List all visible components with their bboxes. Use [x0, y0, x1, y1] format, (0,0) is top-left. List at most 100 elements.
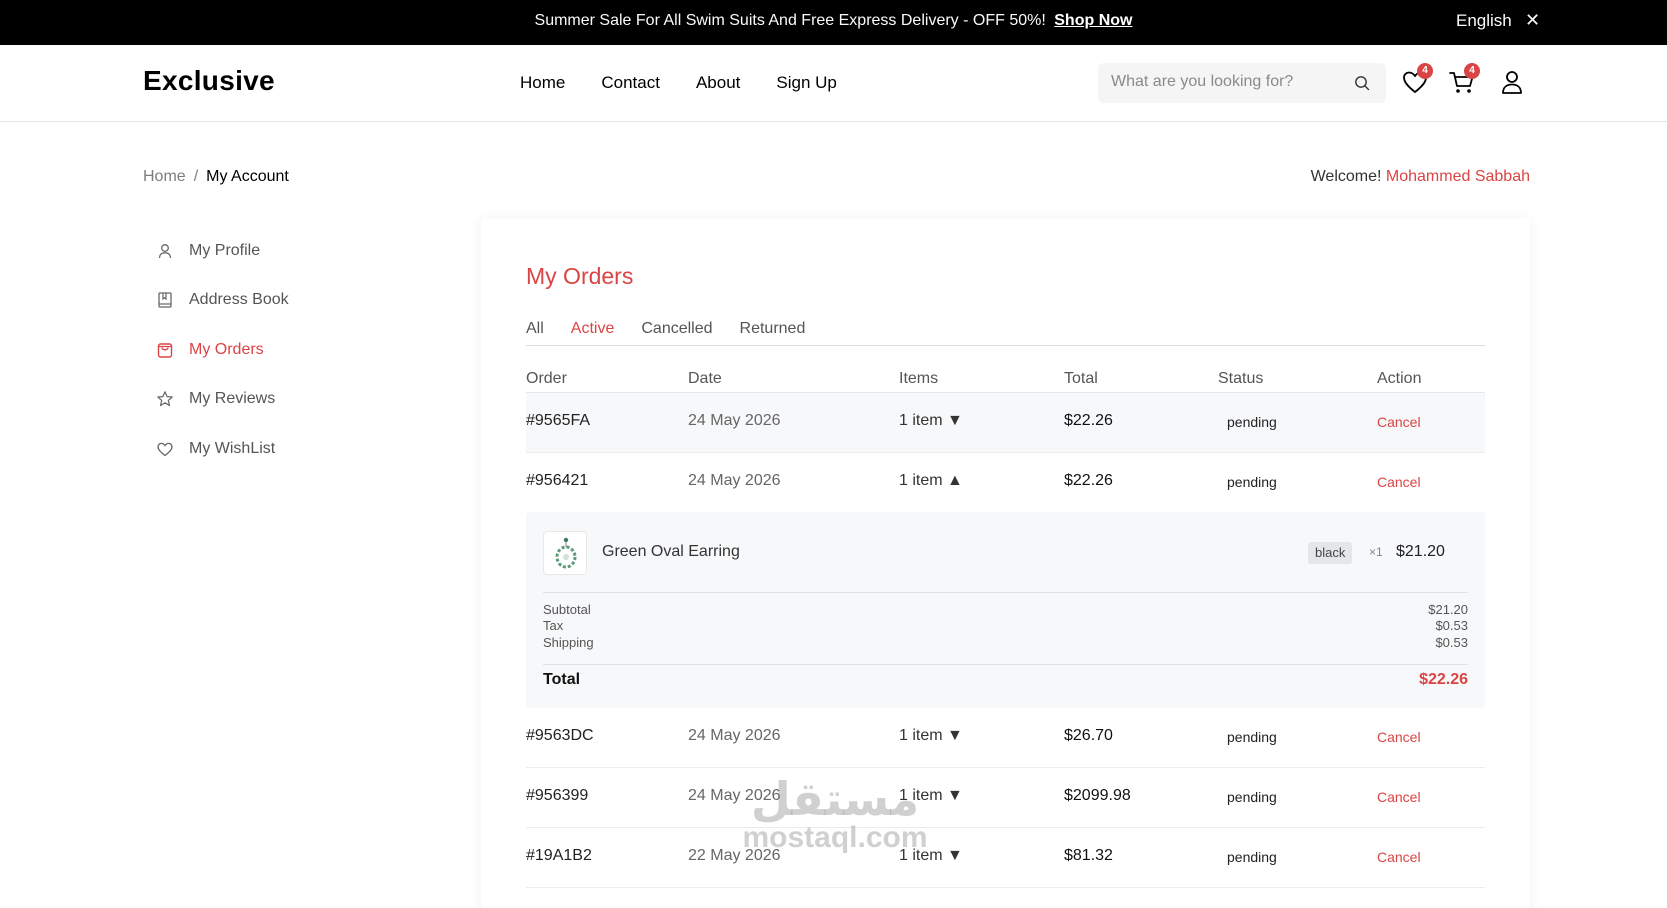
account-sidebar: My Profile Address Book My Orders My Rev… [155, 226, 455, 474]
search-icon[interactable] [1354, 75, 1370, 91]
wishlist-button[interactable]: 4 [1400, 63, 1433, 97]
star-icon [155, 389, 175, 409]
items-count: 1 item [899, 787, 943, 804]
orders-panel: My Orders All Active Cancelled Returned … [481, 218, 1530, 908]
cart-button[interactable]: 4 [1447, 63, 1480, 97]
sidebar-item-label: My Reviews [189, 390, 276, 408]
breadcrumb-home[interactable]: Home [143, 168, 186, 185]
table-row: #956399 24 May 2026 1 item ▼ $2099.98 pe… [526, 768, 1485, 828]
table-row: #9565FA 24 May 2026 1 item ▼ $22.26 pend… [526, 393, 1485, 453]
order-date: 22 May 2026 [688, 847, 781, 864]
search-box [1098, 63, 1386, 103]
items-count: 1 item [899, 412, 943, 429]
search-input[interactable] [1111, 73, 1351, 91]
order-detail: Green Oval Earring black ×1 $21.20 Subto… [526, 512, 1485, 708]
nav-sign-up[interactable]: Sign Up [776, 73, 836, 93]
items-toggle[interactable]: 1 item ▼ [899, 412, 963, 430]
breadcrumb: Home / My Account [143, 168, 289, 186]
items-toggle[interactable]: 1 item ▲ [899, 472, 963, 490]
order-total: $26.70 [1064, 727, 1113, 744]
table-row: #19A1B2 22 May 2026 1 item ▼ $81.32 pend… [526, 828, 1485, 888]
close-icon[interactable]: ✕ [1525, 10, 1540, 31]
items-toggle[interactable]: 1 item ▼ [899, 787, 963, 805]
sidebar-item-label: My Orders [189, 340, 264, 358]
tax-value: $0.53 [1435, 618, 1468, 633]
column-header-status: Status [1218, 370, 1264, 387]
cancel-button[interactable]: Cancel [1377, 474, 1421, 490]
cancel-button[interactable]: Cancel [1377, 789, 1421, 805]
nav-contact[interactable]: Contact [601, 73, 660, 93]
order-id: #956399 [526, 787, 589, 804]
status-badge: pending [1227, 849, 1277, 865]
sidebar-item-label: My Profile [189, 241, 261, 259]
order-id: #956421 [526, 472, 589, 489]
divider [543, 664, 1468, 665]
tax-label: Tax [543, 618, 564, 633]
sidebar-item-my-wishlist[interactable]: My WishList [155, 424, 455, 474]
earring-image [555, 537, 577, 569]
cancel-button[interactable]: Cancel [1377, 849, 1421, 865]
site-header: Exclusive Home Contact About Sign Up 4 4 [0, 45, 1667, 122]
chevron-down-icon: ▼ [947, 727, 963, 744]
total-value: $22.26 [1419, 671, 1468, 688]
cancel-button[interactable]: Cancel [1377, 729, 1421, 745]
order-total: $2099.98 [1064, 787, 1131, 804]
column-header-items: Items [899, 370, 939, 387]
welcome-message: Welcome! Mohammed Sabbah [1311, 168, 1530, 186]
total-label: Total [543, 671, 581, 688]
order-id: #9565FA [526, 412, 591, 429]
order-id: #19A1B2 [526, 847, 592, 864]
user-icon [155, 241, 175, 261]
sidebar-item-address-book[interactable]: Address Book [155, 276, 455, 326]
sidebar-item-label: My WishList [189, 439, 276, 457]
items-toggle[interactable]: 1 item ▼ [899, 727, 963, 745]
status-badge: pending [1227, 474, 1277, 490]
items-count: 1 item [899, 472, 943, 489]
shipping-label: Shipping [543, 635, 594, 650]
status-badge: pending [1227, 414, 1277, 430]
account-button[interactable] [1497, 67, 1527, 97]
status-badge: pending [1227, 729, 1277, 745]
breadcrumb-separator: / [193, 168, 199, 185]
wishlist-badge: 4 [1417, 63, 1433, 79]
shop-now-link[interactable]: Shop Now [1054, 12, 1132, 29]
sidebar-item-my-reviews[interactable]: My Reviews [155, 375, 455, 425]
chevron-up-icon: ▲ [947, 472, 963, 489]
chevron-down-icon: ▼ [947, 787, 963, 804]
table-row: #9563DC 24 May 2026 1 item ▼ $26.70 pend… [526, 708, 1485, 768]
product-price: $21.20 [1396, 543, 1445, 560]
items-count: 1 item [899, 727, 943, 744]
order-date: 24 May 2026 [688, 472, 781, 489]
page-title: My Orders [526, 263, 634, 289]
sidebar-item-my-profile[interactable]: My Profile [155, 226, 455, 276]
orders-table-header: Order Date Items Total Status Action [526, 370, 1485, 393]
chevron-down-icon: ▼ [947, 412, 963, 429]
items-toggle[interactable]: 1 item ▼ [899, 847, 963, 865]
tab-returned[interactable]: Returned [740, 320, 806, 345]
order-date: 24 May 2026 [688, 727, 781, 744]
sidebar-item-my-orders[interactable]: My Orders [155, 325, 455, 375]
cancel-button[interactable]: Cancel [1377, 414, 1421, 430]
language-selector[interactable]: English [1456, 11, 1512, 31]
welcome-prefix: Welcome! [1310, 168, 1382, 185]
nav-home[interactable]: Home [520, 73, 565, 93]
promo-message: Summer Sale For All Swim Suits And Free … [0, 12, 1667, 30]
order-date: 24 May 2026 [688, 787, 781, 804]
subtotal-value: $21.20 [1428, 602, 1468, 617]
cart-badge: 4 [1464, 63, 1480, 79]
book-icon [155, 290, 175, 310]
bag-icon [155, 340, 175, 360]
tab-active[interactable]: Active [571, 320, 615, 345]
variant-badge: black [1308, 542, 1353, 564]
tab-cancelled[interactable]: Cancelled [641, 320, 712, 345]
product-quantity: ×1 [1369, 545, 1383, 559]
column-header-action: Action [1377, 370, 1422, 387]
column-header-date: Date [688, 370, 722, 387]
logo[interactable]: Exclusive [143, 65, 275, 97]
order-total: $81.32 [1064, 847, 1113, 864]
divider [543, 592, 1468, 593]
tab-all[interactable]: All [526, 320, 544, 345]
nav-about[interactable]: About [696, 73, 740, 93]
order-total: $22.26 [1064, 412, 1113, 429]
promo-text: Summer Sale For All Swim Suits And Free … [534, 12, 1046, 29]
